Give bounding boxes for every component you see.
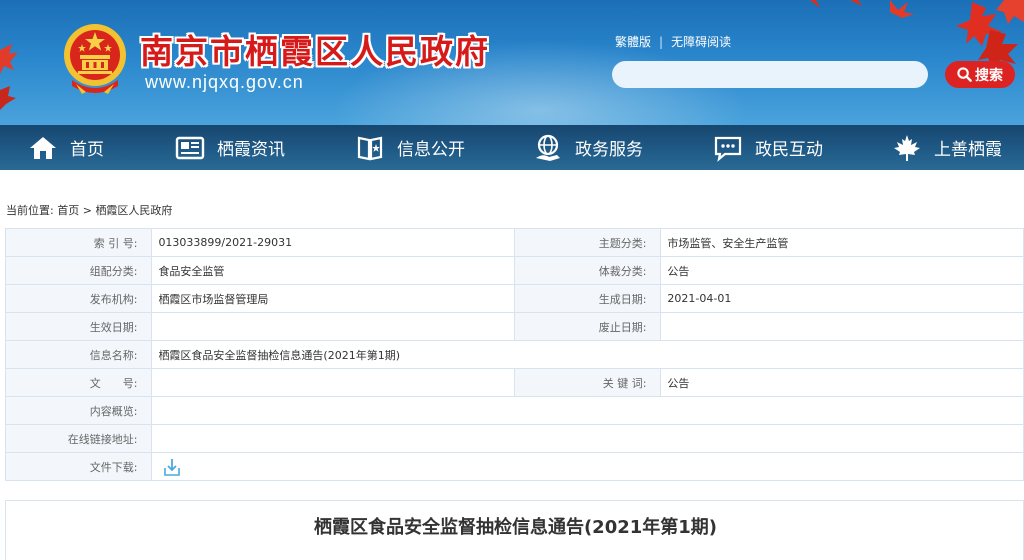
info-name-label: 信息名称:: [4, 340, 153, 369]
search-icon: [957, 67, 972, 82]
table-row: 生效日期: 废止日期:: [4, 312, 1024, 341]
index-no-value: 013033899/2021-29031: [151, 228, 515, 257]
breadcrumb-home-link[interactable]: 首页: [57, 204, 79, 217]
table-row: 在线链接地址:: [4, 424, 1024, 453]
nav-item-news[interactable]: 栖霞资讯: [175, 125, 285, 170]
nav-item-government-services[interactable]: 政务服务: [533, 125, 643, 170]
link-separator: |: [659, 35, 664, 49]
nav-item-home[interactable]: 首页: [28, 125, 104, 170]
keywords-value: 公告: [660, 368, 1024, 397]
table-row: 内容概览:: [4, 396, 1024, 425]
info-metadata-table: 索 引 号: 013033899/2021-29031 主题分类: 市场监管、安…: [4, 228, 1024, 481]
publisher-value: 栖霞区市场监督管理局: [151, 284, 515, 313]
info-name-value: 栖霞区食品安全监督抽检信息通告(2021年第1期): [151, 340, 1024, 369]
document-number-value: [151, 368, 515, 397]
search-input[interactable]: [612, 61, 928, 88]
publisher-label: 发布机构:: [4, 284, 153, 313]
expired-date-value: [660, 312, 1024, 341]
search-button-label: 搜索: [975, 67, 1003, 84]
effective-date-label: 生效日期:: [4, 312, 153, 341]
download-icon[interactable]: [162, 457, 182, 477]
online-link-label: 在线链接地址:: [4, 424, 153, 453]
nav-item-label: 上善栖霞: [934, 140, 1002, 160]
maple-leaf-icon: [892, 133, 922, 163]
index-no-label: 索 引 号:: [4, 228, 153, 257]
breadcrumb: 当前位置: 首页 > 栖霞区人民政府: [6, 202, 172, 218]
document-number-label: 文 号:: [4, 368, 153, 397]
nav-item-label: 信息公开: [397, 140, 465, 160]
table-row: 索 引 号: 013033899/2021-29031 主题分类: 市场监管、安…: [4, 228, 1024, 257]
site-title: 南京市栖霞区人民政府: [140, 32, 490, 71]
home-icon: [28, 133, 58, 163]
article-container: 栖霞区食品安全监督抽检信息通告(2021年第1期): [5, 500, 1024, 560]
globe-hand-icon: [533, 133, 563, 163]
keywords-label: 关 键 词:: [513, 368, 662, 397]
genre-value: 公告: [660, 256, 1024, 285]
summary-label: 内容概览:: [4, 396, 153, 425]
breadcrumb-separator: >: [82, 204, 92, 217]
main-nav: 首页 栖霞资讯 信息公开 政务服务 政民互动 上善栖霞: [0, 125, 1024, 170]
breadcrumb-prefix: 当前位置:: [6, 204, 54, 217]
expired-date-label: 废止日期:: [513, 312, 662, 341]
traditional-chinese-link[interactable]: 繁體版: [615, 35, 651, 49]
nav-item-label: 栖霞资讯: [217, 140, 285, 160]
online-link-value: [151, 424, 1024, 453]
chat-icon: [713, 133, 743, 163]
book-icon: [355, 133, 385, 163]
maple-leaves-right-decoration: [810, 0, 1024, 70]
header-banner: 南京市栖霞区人民政府 www.njqxq.gov.cn 繁體版 | 无障碍阅读 搜索: [0, 0, 1024, 125]
article-title: 栖霞区食品安全监督抽检信息通告(2021年第1期): [313, 517, 718, 538]
table-row: 发布机构: 栖霞区市场监督管理局 生成日期: 2021-04-01: [4, 284, 1024, 313]
topic-value: 市场监管、安全生产监管: [660, 228, 1024, 257]
nav-item-info-disclosure[interactable]: 信息公开: [355, 125, 465, 170]
nav-item-shangshan-qixia[interactable]: 上善栖霞: [892, 125, 1002, 170]
nav-item-label: 首页: [70, 140, 104, 160]
nav-item-public-interaction[interactable]: 政民互动: [713, 125, 823, 170]
genre-label: 体裁分类:: [513, 256, 662, 285]
created-date-value: 2021-04-01: [660, 284, 1024, 313]
table-row: 组配分类: 食品安全监管 体裁分类: 公告: [4, 256, 1024, 285]
maple-leaves-left-decoration: [0, 44, 18, 110]
table-row: 文 号: 关 键 词: 公告: [4, 368, 1024, 397]
topic-label: 主题分类:: [513, 228, 662, 257]
created-date-label: 生成日期:: [513, 284, 662, 313]
org-category-label: 组配分类:: [4, 256, 153, 285]
breadcrumb-current-link[interactable]: 栖霞区人民政府: [95, 204, 172, 217]
accessibility-link[interactable]: 无障碍阅读: [671, 35, 731, 49]
file-download-label: 文件下载:: [4, 452, 153, 481]
nav-item-label: 政务服务: [575, 140, 643, 160]
file-download-cell: [151, 452, 1024, 481]
table-row: 信息名称: 栖霞区食品安全监督抽检信息通告(2021年第1期): [4, 340, 1024, 369]
table-row: 文件下载:: [4, 452, 1024, 481]
summary-value: [151, 396, 1024, 425]
search-button[interactable]: 搜索: [945, 61, 1015, 88]
national-emblem-icon: [64, 24, 126, 94]
site-url: www.njqxq.gov.cn: [145, 72, 304, 92]
nav-item-label: 政民互动: [755, 140, 823, 160]
org-category-value: 食品安全监管: [151, 256, 515, 285]
effective-date-value: [151, 312, 515, 341]
top-links: 繁體版 | 无障碍阅读: [615, 33, 731, 50]
news-icon: [175, 133, 205, 163]
